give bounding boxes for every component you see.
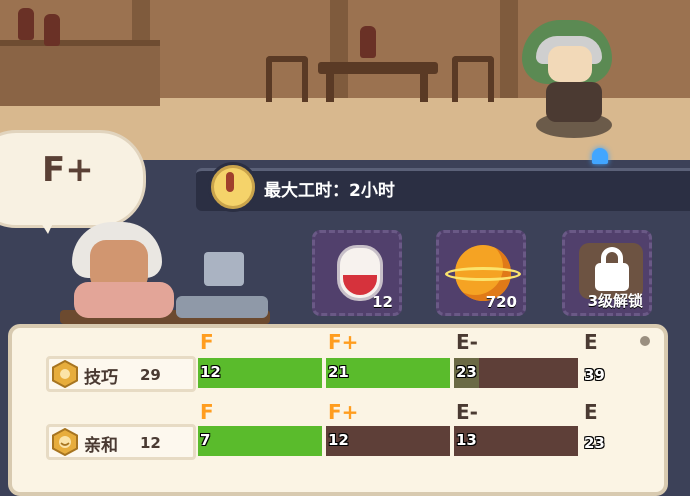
tier-start-value: 21 (328, 363, 349, 381)
tier-label: E (584, 330, 598, 354)
attribute-value: 12 (140, 434, 161, 452)
npc-face (548, 46, 592, 82)
chair (452, 56, 494, 102)
max-work-time: 最大工时：2小时 (264, 181, 395, 201)
clock-hand (226, 172, 234, 192)
tier-progress-bar: 7 (198, 426, 322, 456)
tier-label: F (200, 330, 214, 354)
worker-grade: F+ (42, 150, 94, 190)
speech-bubble-tail (34, 212, 58, 234)
tier-progress-bar: 13 (454, 426, 578, 456)
alarm-light-icon (592, 148, 608, 164)
tier-progress-bar: 12 (198, 358, 322, 388)
tier-label: F+ (328, 400, 359, 424)
tier-label: E- (456, 400, 478, 424)
skill-fist-icon (52, 360, 78, 388)
planet-ring (445, 267, 521, 281)
tier-label: F (200, 400, 214, 424)
tier-label: E (584, 400, 598, 424)
item-slot-potion[interactable]: 12 (312, 230, 402, 316)
unlock-level-text: 3级解锁 (587, 292, 643, 310)
item-slot-planet[interactable]: 720 (436, 230, 526, 316)
table-leg (326, 72, 334, 102)
tier-start-value: 13 (456, 431, 477, 449)
tier-start-value: 7 (200, 431, 211, 449)
tier-label: E- (456, 330, 478, 354)
panel-dot (640, 336, 650, 346)
affinity-smile-icon (52, 428, 78, 456)
tier-start-value: 12 (200, 363, 221, 381)
worker-character[interactable] (74, 282, 174, 318)
item-count: 12 (372, 293, 393, 311)
tier-progress-bar: 23 (454, 358, 578, 388)
chair (266, 56, 308, 102)
tier-progress-bar: 12 (326, 426, 450, 456)
wall-beam (500, 0, 518, 98)
tier-start-value: 39 (584, 366, 605, 384)
tier-progress-bar: 21 (326, 358, 450, 388)
tier-start-value: 23 (584, 434, 605, 452)
tier-start-value: 12 (328, 431, 349, 449)
attribute-name: 技巧 (84, 368, 118, 388)
bar-fill (198, 426, 322, 456)
anvil-icon (176, 296, 268, 318)
npc-character[interactable] (546, 82, 602, 122)
lock-body (595, 263, 629, 291)
item-slot-locked[interactable]: 3级解锁 (562, 230, 652, 316)
attribute-name: 亲和 (84, 436, 118, 456)
item-count: 720 (485, 293, 517, 311)
tier-label: F+ (328, 330, 359, 354)
bottle-icon (18, 8, 34, 40)
bottle-icon (360, 26, 376, 58)
tier-start-value: 23 (456, 363, 477, 381)
attribute-value: 29 (140, 366, 161, 384)
bottle-icon (44, 14, 60, 46)
table-leg (420, 72, 428, 102)
bar-shelf (0, 40, 160, 106)
hammer-icon (204, 252, 244, 286)
